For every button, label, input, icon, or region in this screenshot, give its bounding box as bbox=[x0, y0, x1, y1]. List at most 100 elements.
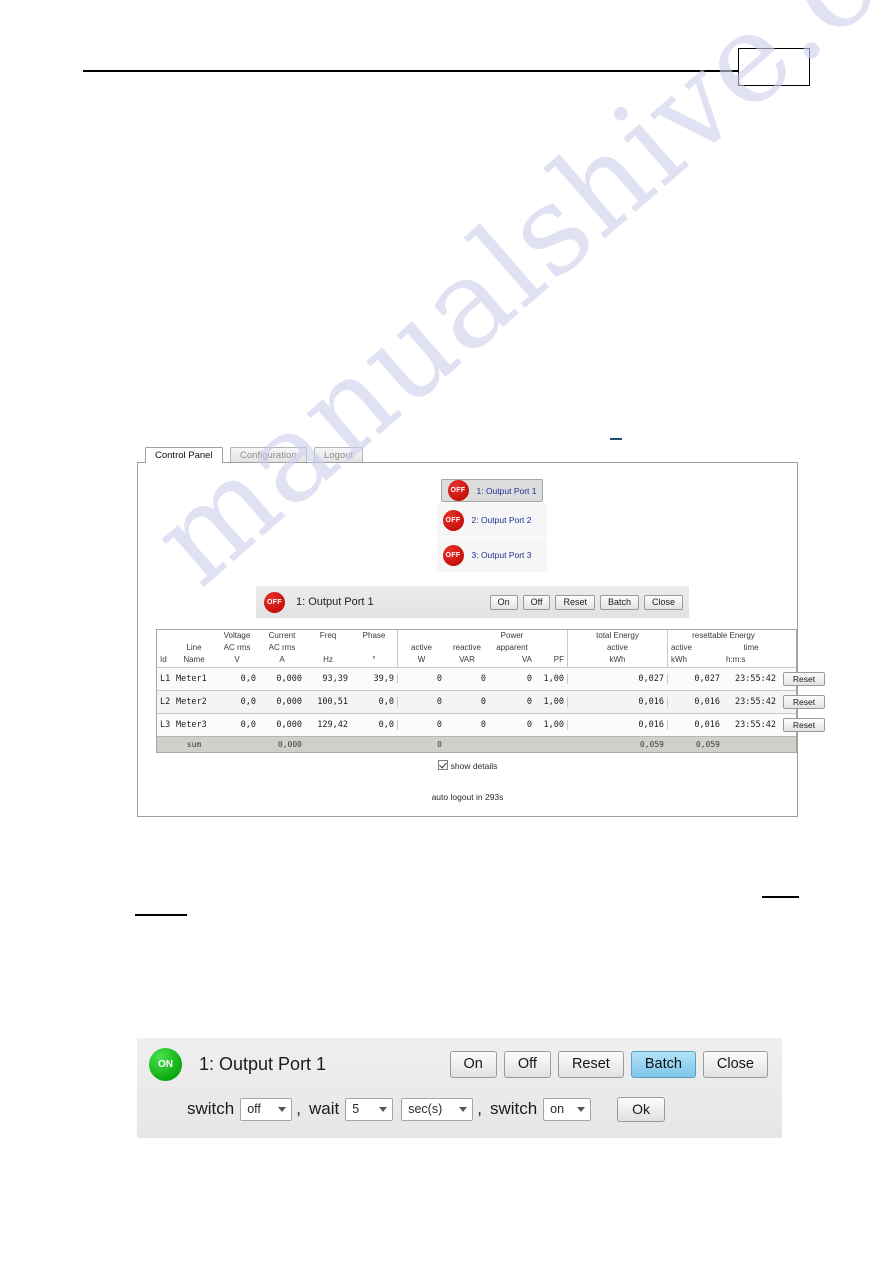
cell-power-active: 0 bbox=[397, 674, 445, 684]
port-list-item-2[interactable]: OFF 2: Output Port 2 bbox=[436, 503, 547, 537]
port-list-item-1-label: 1: Output Port 1 bbox=[476, 485, 537, 496]
switch-state-1-value: off bbox=[247, 1102, 261, 1116]
batch-button[interactable]: Batch bbox=[599, 594, 639, 610]
cell-resettable-time: 23:55:42 bbox=[735, 674, 776, 684]
cell-id: L1 bbox=[160, 674, 171, 684]
switch-label-1: switch bbox=[187, 1099, 235, 1118]
th-power-active-unit: W bbox=[397, 654, 445, 667]
close-button[interactable]: Close bbox=[702, 1050, 768, 1078]
ok-button[interactable]: Ok bbox=[617, 1096, 666, 1122]
th-power-group: Power bbox=[500, 631, 524, 640]
switch-state-1-select[interactable]: off bbox=[240, 1097, 293, 1121]
tab-bar: Control Panel Configuration Logout bbox=[137, 445, 798, 463]
table-sum-row: sum 0,000 0 0,059 0,059 bbox=[157, 736, 796, 752]
th-resettable-time-unit: h:m:s bbox=[726, 655, 746, 664]
cell-power-reactive: 0 bbox=[480, 720, 486, 730]
cell-power-apparent: 0 bbox=[526, 720, 532, 730]
tab-logout[interactable]: Logout bbox=[313, 447, 364, 463]
cell-phase: 0,0 bbox=[378, 720, 394, 730]
control-panel-screenshot: Control Panel Configuration Logout OFF 1… bbox=[137, 445, 825, 817]
cell-pf: 1,00 bbox=[543, 697, 564, 707]
th-total-energy-unit: kWh bbox=[567, 654, 667, 667]
cell-resettable-energy: 0,027 bbox=[667, 674, 723, 684]
cell-name: Meter2 bbox=[176, 697, 207, 707]
table-row: L2 Meter2 0,0 0,000 100,51 0,0 0 0 0 1,0… bbox=[157, 690, 825, 713]
th-id: Id bbox=[160, 655, 167, 664]
cell-power-active: 0 bbox=[397, 697, 445, 707]
output-port-list: OFF 1: Output Port 1 OFF 2: Output Port … bbox=[436, 479, 547, 572]
port-list-item-3[interactable]: OFF 3: Output Port 3 bbox=[436, 538, 547, 572]
th-power-apparent: apparent bbox=[496, 643, 528, 652]
switch-label-2: switch bbox=[489, 1099, 538, 1118]
cell-id: L3 bbox=[160, 720, 171, 730]
cell-name: Meter1 bbox=[176, 674, 207, 684]
th-current-sub: AC rms bbox=[268, 643, 296, 652]
cell-resettable-time: 23:55:42 bbox=[735, 697, 776, 707]
show-details-row: show details bbox=[146, 760, 789, 771]
control-panel-body: OFF 1: Output Port 1 OFF 2: Output Port … bbox=[137, 462, 825, 817]
power-off-icon: OFF bbox=[442, 509, 464, 531]
row-reset-button[interactable]: Reset bbox=[783, 718, 825, 732]
wait-value-select[interactable]: 5 bbox=[345, 1097, 394, 1121]
cell-voltage: 0,0 bbox=[240, 720, 256, 730]
th-power-active: active bbox=[397, 642, 445, 654]
batch-detail-panel: ON 1: Output Port 1 On Off Reset Batch C… bbox=[137, 1038, 782, 1138]
batch-panel-buttons: On Off Reset Batch Close bbox=[449, 1050, 768, 1078]
off-button[interactable]: Off bbox=[522, 594, 551, 610]
cell-resettable-energy: 0,016 bbox=[667, 697, 723, 707]
row-reset-button[interactable]: Reset bbox=[783, 672, 825, 686]
tab-configuration[interactable]: Configuration bbox=[230, 447, 307, 463]
th-power-reactive: reactive bbox=[452, 643, 481, 652]
auto-logout-status: auto logout in 293s bbox=[431, 792, 504, 802]
cell-current: 0,000 bbox=[276, 720, 302, 730]
cell-sum-resettable-energy: 0,059 bbox=[695, 740, 720, 749]
th-phase: Phase bbox=[362, 631, 386, 640]
row-reset-button[interactable]: Reset bbox=[783, 695, 825, 709]
power-on-icon: ON bbox=[149, 1047, 182, 1081]
th-current: Current bbox=[268, 631, 296, 640]
wait-unit-value: sec(s) bbox=[408, 1102, 443, 1116]
cell-pf: 1,00 bbox=[543, 720, 564, 730]
comma-1: , bbox=[296, 1099, 301, 1118]
wait-unit-select[interactable]: sec(s) bbox=[401, 1097, 474, 1121]
switch-state-2-select[interactable]: on bbox=[543, 1097, 592, 1121]
th-total-energy-active: active bbox=[567, 642, 667, 654]
show-details-checkbox[interactable] bbox=[437, 760, 448, 770]
cell-sum-total-energy: 0,059 bbox=[639, 740, 664, 749]
wait-value: 5 bbox=[352, 1102, 360, 1116]
off-button[interactable]: Off bbox=[503, 1050, 551, 1078]
cell-total-energy: 0,016 bbox=[567, 720, 667, 730]
cell-name: Meter3 bbox=[176, 720, 207, 730]
chevron-down-icon bbox=[459, 1106, 468, 1112]
cell-pf: 1,00 bbox=[543, 674, 564, 684]
table-row: L3 Meter3 0,0 0,000 129,42 0,0 0 0 0 1,0… bbox=[157, 713, 825, 736]
meter-table-header-row-3: Id Name V A Hz ° W VAR VA PF kWh kWh h:m… bbox=[157, 654, 796, 667]
meter-table-header-row-2: Line AC rms AC rms active reactive appar… bbox=[157, 642, 796, 654]
tab-control-panel[interactable]: Control Panel bbox=[145, 447, 223, 463]
page-header-box bbox=[738, 48, 810, 86]
cell-total-energy: 0,016 bbox=[567, 697, 667, 707]
on-button[interactable]: On bbox=[449, 1050, 497, 1078]
on-button[interactable]: On bbox=[489, 594, 518, 610]
cell-current: 0,000 bbox=[276, 674, 302, 684]
reset-button[interactable]: Reset bbox=[555, 594, 595, 610]
th-name: Name bbox=[183, 655, 205, 664]
table-row: L1 Meter1 0,0 0,000 93,39 39,9 0 0 0 1,0… bbox=[157, 667, 825, 690]
reset-button[interactable]: Reset bbox=[557, 1050, 624, 1078]
th-resettable-group: resettable Energy bbox=[667, 630, 779, 642]
comma-2: , bbox=[477, 1099, 482, 1118]
cell-id: L2 bbox=[160, 697, 171, 707]
close-button[interactable]: Close bbox=[643, 594, 683, 610]
redaction-mark-dash bbox=[610, 438, 622, 440]
cell-power-reactive: 0 bbox=[480, 697, 486, 707]
cell-power-active: 0 bbox=[397, 720, 445, 730]
th-freq-unit: Hz bbox=[323, 655, 333, 664]
port-list-item-1[interactable]: OFF 1: Output Port 1 bbox=[440, 479, 543, 502]
batch-button[interactable]: Batch bbox=[630, 1050, 696, 1078]
th-voltage: Voltage bbox=[223, 631, 251, 640]
page-header-rule bbox=[83, 70, 738, 72]
cell-current: 0,000 bbox=[276, 697, 302, 707]
meter-table-header-row-1: Voltage Current Freq Phase Power total E… bbox=[157, 630, 796, 642]
cell-resettable-time: 23:55:42 bbox=[735, 720, 776, 730]
cell-resettable-energy: 0,016 bbox=[667, 720, 723, 730]
